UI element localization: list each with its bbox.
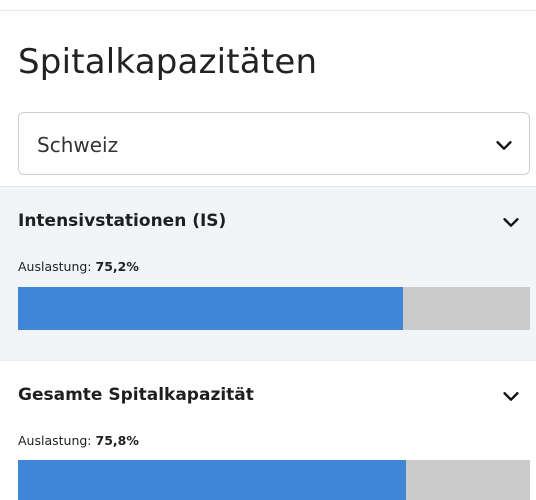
utilization-value: 75,2%: [95, 259, 139, 274]
utilization-text: Auslastung: 75,2%: [18, 259, 139, 274]
section-title: Intensivstationen (IS): [18, 211, 227, 231]
utilization-bar-fill: [18, 287, 404, 330]
top-divider: [0, 10, 536, 11]
utilization-text: Auslastung: 75,8%: [18, 433, 139, 448]
section-intensive-care: Intensivstationen (IS) Auslastung: 75,2%: [0, 186, 536, 360]
chevron-down-icon[interactable]: [500, 211, 522, 233]
utilization-bar-fill: [18, 460, 407, 500]
utilization-bar-track: [18, 287, 530, 330]
utilization-label: Auslastung:: [18, 433, 92, 448]
utilization-label: Auslastung:: [18, 259, 92, 274]
region-select-value: Schweiz: [37, 133, 119, 157]
chevron-down-icon[interactable]: [500, 385, 522, 407]
region-select[interactable]: Schweiz: [18, 112, 530, 175]
utilization-bar-track: [18, 460, 530, 500]
utilization-value: 75,8%: [95, 433, 139, 448]
section-total-capacity: Gesamte Spitalkapazität Auslastung: 75,8…: [0, 360, 536, 500]
page-title: Spitalkapazitäten: [18, 42, 318, 82]
chevron-down-icon: [496, 141, 512, 150]
section-title: Gesamte Spitalkapazität: [18, 385, 254, 405]
